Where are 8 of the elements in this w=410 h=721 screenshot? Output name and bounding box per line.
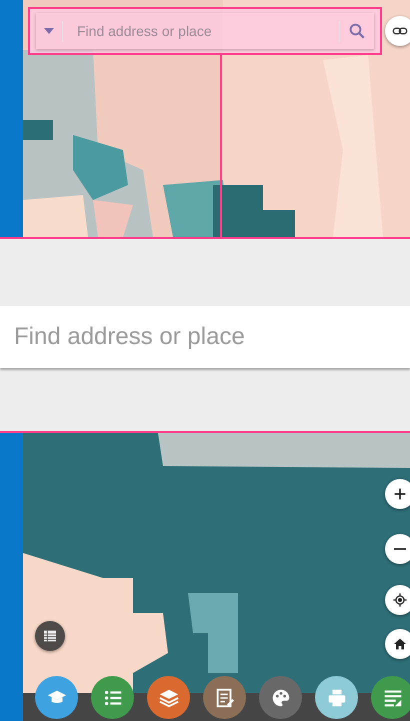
zoom-in-icon [392, 486, 408, 502]
search-icon [348, 22, 366, 40]
search-bar[interactable]: Find address or place [36, 13, 374, 49]
locate-icon [392, 592, 408, 608]
home-icon [392, 636, 408, 652]
search-field[interactable]: Find address or place [0, 306, 410, 368]
table-icon [42, 628, 58, 644]
caret-icon [44, 28, 54, 34]
